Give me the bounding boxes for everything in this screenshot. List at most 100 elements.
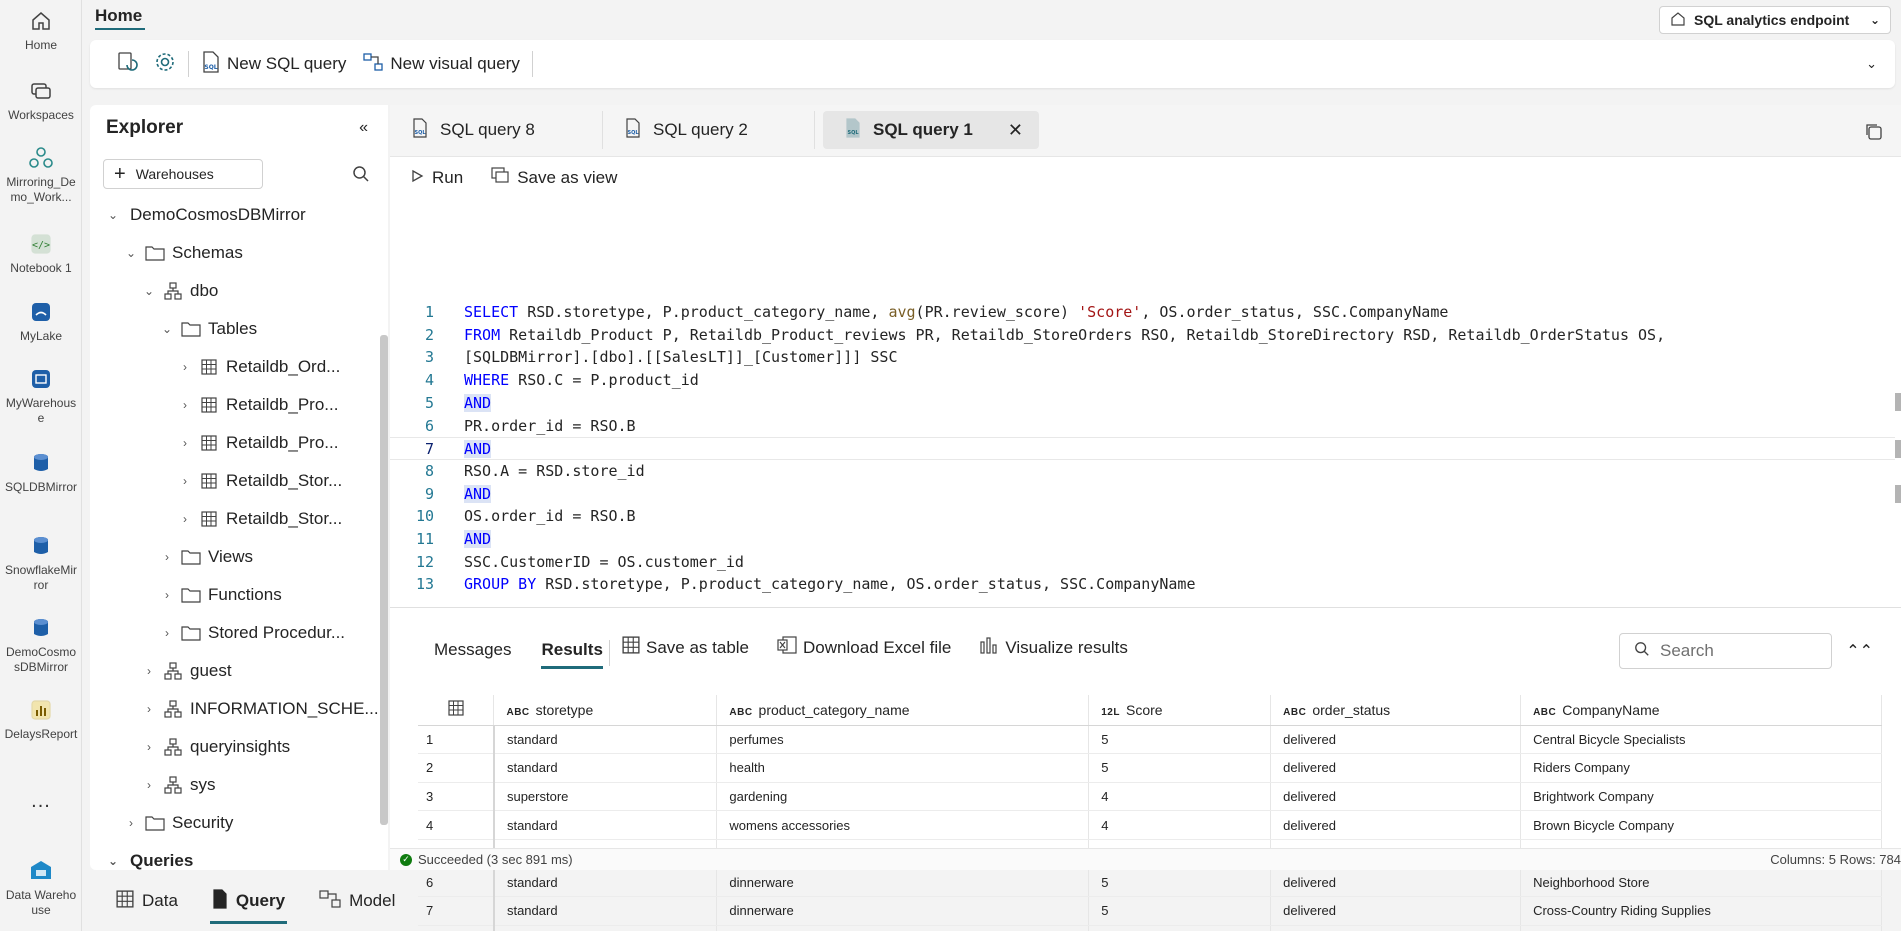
rail-item-snowflakemirror[interactable]: SnowflakeMirror: [0, 533, 82, 593]
refresh-button[interactable]: [108, 46, 146, 82]
table-cell[interactable]: standard: [493, 867, 718, 898]
rail-item-notebook[interactable]: </> Notebook 1: [0, 231, 82, 276]
tree-item-stored-procedures[interactable]: › Stored Procedur...: [158, 617, 345, 649]
sql-code-editor[interactable]: 1 SELECT RSD.storetype, P.product_categor…: [390, 195, 1901, 605]
endpoint-selector[interactable]: SQL analytics endpoint ⌄: [1659, 6, 1891, 34]
table-cell[interactable]: 5: [1088, 867, 1272, 898]
tree-item-schemas[interactable]: ⌄ Schemas: [122, 237, 243, 269]
search-icon[interactable]: [352, 165, 370, 186]
table-cell[interactable]: Brightwork Company: [1520, 782, 1882, 812]
rail-item-democosmosdbmirror[interactable]: DemoCosmosDBMirror: [0, 615, 82, 675]
new-visual-query-button[interactable]: New visual query: [354, 46, 527, 82]
table-cell[interactable]: Distinctive Store: [1520, 925, 1882, 931]
table-row[interactable]: 1 standard perfumes 5 delivered Central Bicyc…: [418, 725, 1882, 755]
collapse-panel-icon[interactable]: «: [359, 119, 368, 137]
rail-item-mylake[interactable]: MyLake: [0, 299, 82, 344]
table-cell[interactable]: superstore: [493, 782, 718, 812]
tree-item-root[interactable]: ⌄ DemoCosmosDBMirror: [104, 199, 306, 231]
visualize-results-button[interactable]: Visualize results: [979, 636, 1128, 659]
table-cell[interactable]: delivered: [1270, 753, 1522, 783]
table-cell[interactable]: Central Bicycle Specialists: [1520, 725, 1882, 755]
table-cell[interactable]: womens accessories: [716, 810, 1090, 840]
table-cell[interactable]: gardening: [716, 782, 1090, 812]
column-header[interactable]: ABC product_category_name: [716, 695, 1090, 726]
download-excel-button[interactable]: Download Excel file: [777, 636, 951, 659]
tree-item-functions[interactable]: › Functions: [158, 579, 282, 611]
rail-item-mirroring[interactable]: Mirroring_Demo_Work...: [0, 145, 82, 205]
editor-results-splitter[interactable]: [390, 607, 1901, 608]
column-header[interactable]: 12L Score: [1088, 695, 1272, 726]
tab-query[interactable]: Query: [206, 883, 291, 924]
column-header[interactable]: ABC storetype: [493, 695, 718, 726]
rail-item-delaysreport[interactable]: DelaysReport: [0, 697, 82, 742]
table-cell[interactable]: standard: [493, 896, 718, 926]
tree-item-guest[interactable]: › guest: [140, 655, 232, 687]
table-cell[interactable]: delivered: [1270, 810, 1522, 840]
table-cell[interactable]: delivered: [1270, 925, 1522, 931]
table-cell[interactable]: womens clothing: [716, 925, 1090, 931]
tab-sql-query-2[interactable]: SQL SQL query 2: [603, 111, 815, 149]
table-cell[interactable]: Riders Company: [1520, 753, 1882, 783]
more-options-icon[interactable]: ...: [0, 790, 82, 813]
table-cell[interactable]: delivered: [1270, 782, 1522, 812]
table-row[interactable]: 8standardwomens clothing2deliveredDistin…: [418, 925, 1882, 931]
explorer-scrollbar[interactable]: [380, 335, 388, 825]
table-cell[interactable]: 2: [1088, 925, 1272, 931]
rail-item-sqldbmirror[interactable]: SQLDBMirror: [0, 450, 82, 495]
table-cell[interactable]: delivered: [1270, 867, 1522, 898]
tab-results[interactable]: Results: [541, 640, 603, 669]
table-cell[interactable]: dinnerware: [716, 867, 1090, 898]
table-cell[interactable]: standard: [493, 810, 718, 840]
table-row[interactable]: 2 standard health 5 delivered Riders Company: [418, 753, 1882, 783]
table-cell[interactable]: 5: [1088, 896, 1272, 926]
select-all-cell[interactable]: [418, 695, 495, 726]
tree-item-queryinsights[interactable]: › queryinsights: [140, 731, 290, 763]
table-cell[interactable]: Cross-Country Riding Supplies: [1520, 896, 1882, 926]
table-row[interactable]: 4 standard womens accessories 4 delivered Bro…: [418, 810, 1882, 840]
add-warehouses-button[interactable]: + Warehouses: [103, 159, 263, 189]
editor-scrollbar[interactable]: [1895, 195, 1901, 503]
tree-item-table[interactable]: › Retaildb_Stor...: [176, 465, 342, 497]
tree-item-information-schema[interactable]: › INFORMATION_SCHE...: [140, 693, 379, 725]
column-header[interactable]: ABC order_status: [1270, 695, 1522, 726]
table-cell[interactable]: 5: [1088, 725, 1272, 755]
tree-item-table[interactable]: › Retaildb_Pro...: [176, 427, 338, 459]
table-row[interactable]: 7 standard dinnerware 5 delivered Cross-Count…: [418, 896, 1882, 926]
close-icon[interactable]: ✕: [1008, 120, 1023, 141]
table-cell[interactable]: 4: [1088, 810, 1272, 840]
save-as-view-button[interactable]: Save as view: [491, 167, 617, 188]
run-button[interactable]: Run: [410, 168, 463, 188]
copy-icon[interactable]: [1863, 121, 1883, 144]
column-header[interactable]: ABC CompanyName: [1520, 695, 1882, 726]
tab-sql-query-1[interactable]: SQL SQL query 1 ✕: [823, 111, 1039, 149]
tree-item-table[interactable]: › Retaildb_Pro...: [176, 389, 338, 421]
tab-home[interactable]: Home: [95, 6, 142, 26]
table-cell[interactable]: 4: [1088, 782, 1272, 812]
new-sql-query-button[interactable]: SQL New SQL query: [193, 46, 354, 82]
tree-item-sys[interactable]: › sys: [140, 769, 216, 801]
table-cell[interactable]: health: [716, 753, 1090, 783]
table-cell[interactable]: standard: [493, 925, 718, 931]
tree-item-table[interactable]: › Retaildb_Stor...: [176, 503, 342, 535]
table-row[interactable]: 3 superstore gardening 4 delivered Brightwork…: [418, 782, 1882, 812]
chevron-up-icon[interactable]: ⌃⌃: [1846, 641, 1873, 661]
tab-model[interactable]: Model: [313, 883, 401, 920]
table-row[interactable]: 6 standard dinnerware 5 delivered Neighborhoo…: [418, 867, 1882, 898]
rail-item-data-warehouse[interactable]: Data Warehouse: [0, 858, 82, 918]
tree-item-views[interactable]: › Views: [158, 541, 253, 573]
rail-item-workspaces[interactable]: Workspaces: [0, 78, 82, 123]
rail-item-home[interactable]: Home: [0, 8, 82, 53]
tree-item-tables[interactable]: ⌄ Tables: [158, 313, 257, 345]
table-cell[interactable]: standard: [493, 725, 718, 755]
rail-item-mywarehouse[interactable]: MyWarehouse: [0, 366, 82, 426]
tab-data[interactable]: Data: [110, 884, 184, 919]
table-cell[interactable]: Neighborhood Store: [1520, 867, 1882, 898]
tree-item-table[interactable]: › Retaildb_Ord...: [176, 351, 340, 383]
table-cell[interactable]: delivered: [1270, 896, 1522, 926]
ribbon-collapse-icon[interactable]: ⌄: [1866, 56, 1877, 72]
table-cell[interactable]: Brown Bicycle Company: [1520, 810, 1882, 840]
tab-sql-query-8[interactable]: SQL SQL query 8: [390, 111, 603, 149]
tab-messages[interactable]: Messages: [434, 640, 511, 660]
tree-item-security[interactable]: › Security: [122, 807, 233, 839]
table-cell[interactable]: 5: [1088, 753, 1272, 783]
